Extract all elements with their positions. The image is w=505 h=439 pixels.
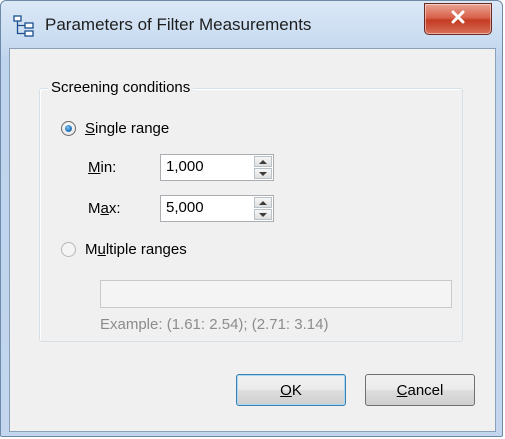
triangle-down-icon [259, 212, 267, 217]
group-caption: Screening conditions [48, 79, 194, 96]
screening-conditions-group: Screening conditions Single range Min: M… [39, 79, 463, 342]
dialog-window: Parameters of Filter Measurements Screen… [0, 0, 503, 437]
min-spin-up-button[interactable] [254, 156, 272, 167]
min-spin-buttons [254, 156, 272, 179]
min-spin-down-button[interactable] [254, 168, 272, 179]
max-label: Max: [88, 200, 121, 217]
triangle-up-icon [259, 200, 267, 205]
min-label: Min: [88, 159, 117, 176]
max-spin-up-button[interactable] [254, 197, 272, 208]
multiple-ranges-radio-indicator[interactable] [61, 242, 76, 257]
window-title: Parameters of Filter Measurements [45, 15, 312, 34]
close-x-icon [450, 10, 466, 29]
cancel-button[interactable]: Cancel [365, 374, 475, 406]
single-range-radio[interactable]: Single range [61, 120, 169, 137]
max-spin-down-button[interactable] [254, 209, 272, 220]
dialog-client-area: Screening conditions Single range Min: M… [9, 48, 496, 432]
triangle-down-icon [259, 171, 267, 176]
multiple-ranges-radio[interactable]: Multiple ranges [61, 241, 187, 258]
single-range-label: Single range [85, 120, 170, 137]
max-spinbox[interactable] [160, 195, 274, 222]
min-spinbox[interactable] [160, 154, 274, 181]
multiple-ranges-example: Example: (1.61: 2.54); (2.71: 3.14) [100, 316, 329, 333]
multiple-ranges-label: Multiple ranges [85, 241, 187, 258]
triangle-up-icon [259, 159, 267, 164]
ok-button[interactable]: OK [236, 374, 346, 406]
max-input[interactable] [166, 199, 236, 216]
tree-structure-icon [13, 15, 35, 37]
max-spin-buttons [254, 197, 272, 220]
close-button[interactable] [424, 3, 492, 35]
min-input[interactable] [166, 158, 236, 175]
single-range-radio-indicator[interactable] [61, 121, 76, 136]
title-bar[interactable]: Parameters of Filter Measurements [1, 1, 502, 49]
multiple-ranges-input[interactable] [100, 280, 452, 308]
